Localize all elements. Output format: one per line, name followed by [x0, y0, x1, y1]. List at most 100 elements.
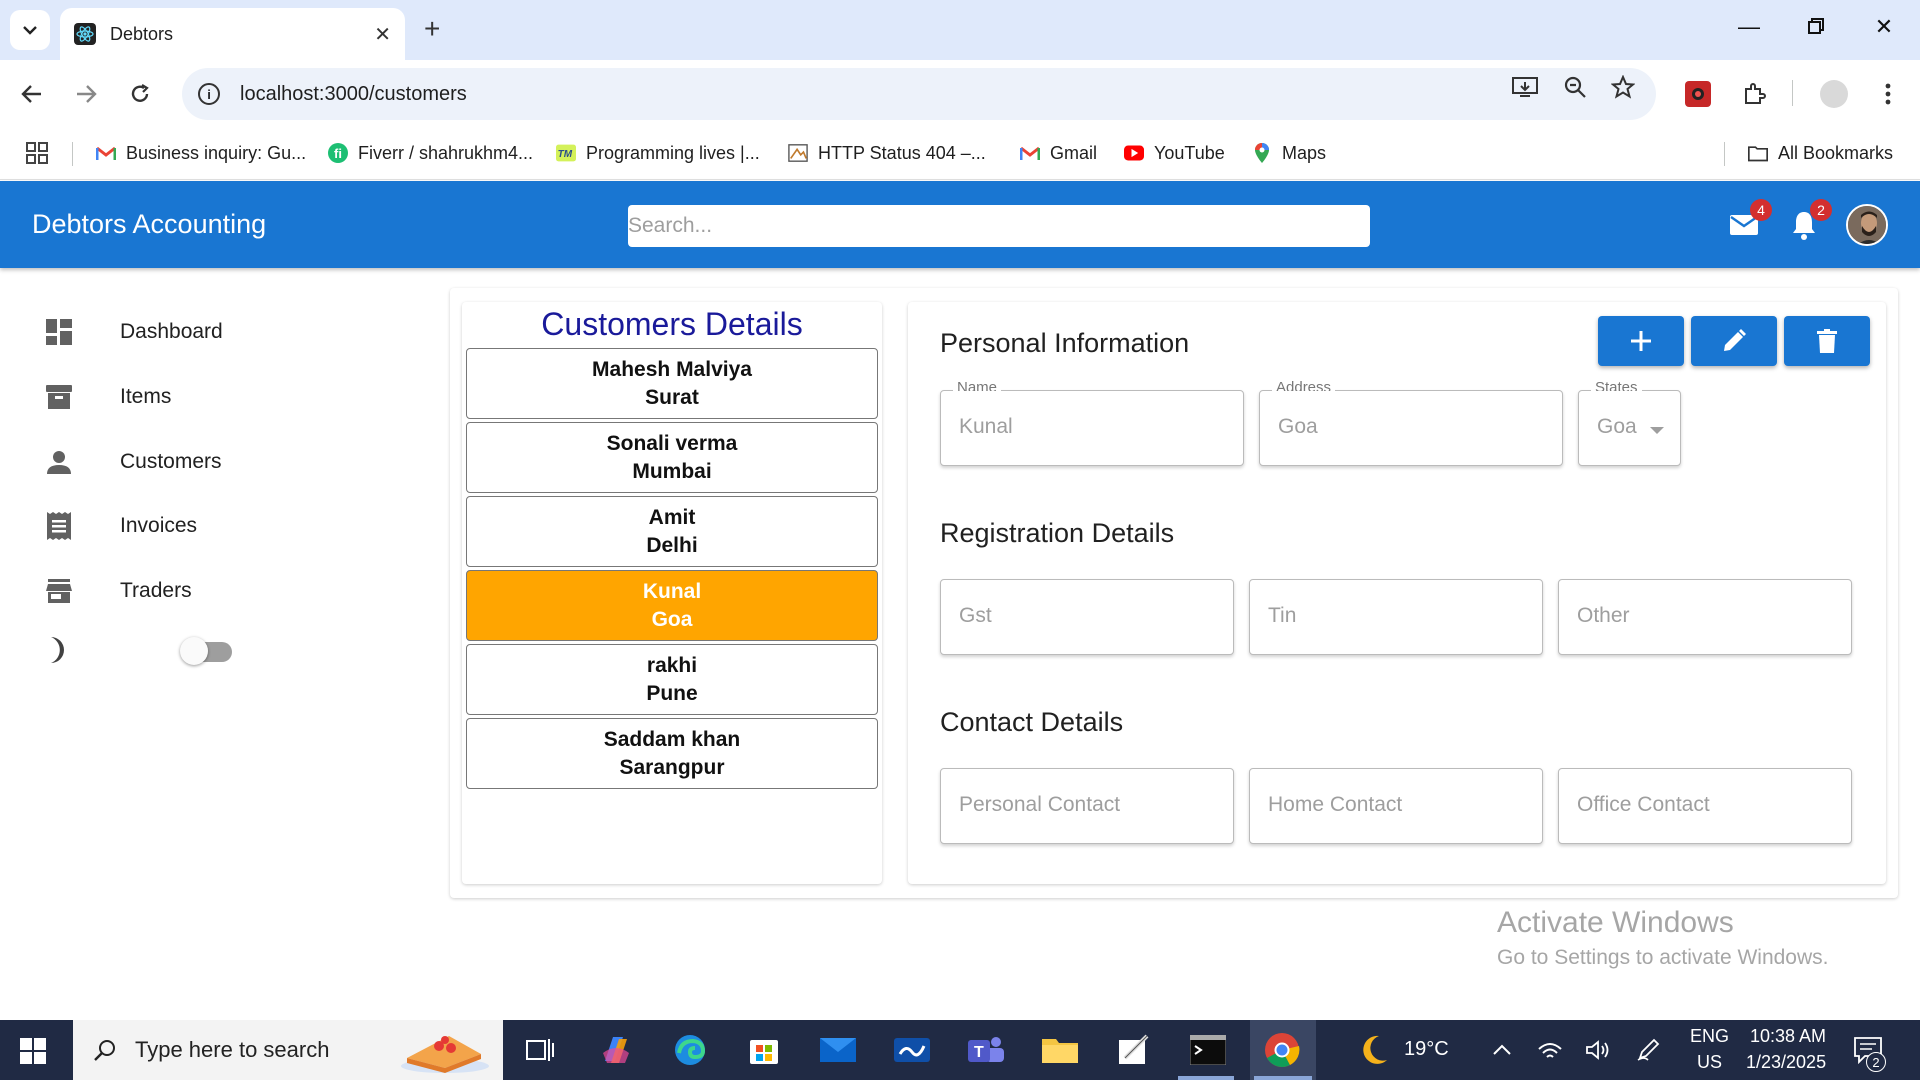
clock-date[interactable]: 1/23/2025 [1746, 1052, 1826, 1073]
customer-item[interactable]: Mahesh Malviya Surat [466, 348, 878, 419]
dark-mode-toggle-thumb[interactable] [180, 637, 208, 665]
file-explorer-icon[interactable] [1038, 1028, 1082, 1072]
trash-icon [1817, 329, 1837, 353]
volume-icon[interactable] [1576, 1028, 1620, 1072]
office-contact-field[interactable]: Office Contact [1558, 768, 1852, 844]
customer-name: Saddam khan [603, 728, 741, 751]
terminal-icon[interactable] [1186, 1028, 1230, 1072]
bookmark-http-404[interactable]: HTTP Status 404 –... [788, 140, 986, 166]
install-app-icon[interactable] [1512, 74, 1538, 100]
notifications-button[interactable]: 2 [1788, 199, 1832, 241]
extensions-puzzle-icon[interactable] [1740, 80, 1768, 108]
user-avatar[interactable] [1846, 204, 1888, 246]
name-value: Kunal [959, 415, 1013, 438]
edge-icon[interactable] [668, 1028, 712, 1072]
bookmark-business-inquiry[interactable]: Business inquiry: Gu... [96, 140, 306, 166]
customer-item[interactable]: Amit Delhi [466, 496, 878, 567]
sidebar-item-label: Traders [120, 579, 192, 602]
windows-start-icon[interactable] [20, 1038, 46, 1064]
show-hidden-icons-icon[interactable] [1480, 1028, 1524, 1072]
site-info-icon[interactable]: i [198, 83, 220, 105]
minimize-button[interactable]: — [1729, 14, 1769, 40]
states-label: States [1591, 381, 1642, 391]
network-icon[interactable] [1528, 1028, 1572, 1072]
back-button[interactable] [14, 76, 50, 112]
tin-field[interactable]: Tin [1249, 579, 1543, 655]
bookmark-divider [1724, 142, 1725, 166]
restore-button[interactable] [1796, 14, 1836, 40]
sidebar-item-traders[interactable]: Traders [44, 571, 192, 611]
pen-icon[interactable] [1626, 1028, 1670, 1072]
address-bar[interactable]: i localhost:3000/customers [182, 68, 1656, 120]
chrome-icon[interactable] [1260, 1028, 1304, 1072]
sidebar-item-items[interactable]: Items [44, 377, 171, 417]
mail-app-icon[interactable] [816, 1028, 860, 1072]
other-field[interactable]: Other [1558, 579, 1852, 655]
browser-menu-icon[interactable] [1874, 80, 1902, 108]
forward-button[interactable] [68, 76, 104, 112]
customer-item-selected[interactable]: Kunal Goa [466, 570, 878, 641]
address-value: Goa [1278, 415, 1318, 438]
name-field[interactable]: Name Kunal [940, 381, 1244, 466]
browser-tab-debtors[interactable]: Debtors ✕ [60, 8, 405, 60]
customer-item[interactable]: Sonali verma Mumbai [466, 422, 878, 493]
taskbar-search[interactable]: Type here to search [73, 1020, 503, 1080]
customer-item[interactable]: rakhi Pune [466, 644, 878, 715]
search-input[interactable] [628, 205, 1370, 247]
edit-button[interactable] [1691, 316, 1777, 366]
forward-arrow-icon [77, 85, 97, 103]
close-window-button[interactable]: ✕ [1864, 14, 1904, 40]
customer-item[interactable]: Saddam khan Sarangpur [466, 718, 878, 789]
sidebar-item-customers[interactable]: Customers [44, 442, 222, 482]
customer-city: Mumbai [632, 460, 712, 483]
snipping-tool-icon[interactable] [1112, 1028, 1156, 1072]
customer-city: Delhi [646, 534, 698, 557]
taskbar-search-placeholder: Type here to search [135, 1037, 330, 1062]
microsoft-store-icon[interactable] [742, 1028, 786, 1072]
whiteboard-icon[interactable] [890, 1028, 934, 1072]
teams-icon[interactable]: T [964, 1028, 1008, 1072]
new-tab-button[interactable]: + [424, 14, 440, 44]
mail-button[interactable]: 4 [1728, 199, 1772, 241]
personal-contact-placeholder: Personal Contact [959, 793, 1121, 816]
personal-contact-field[interactable]: Personal Contact [940, 768, 1234, 844]
apps-grid-icon[interactable] [26, 140, 48, 166]
states-select[interactable]: States Goa [1578, 381, 1681, 466]
delete-button[interactable] [1784, 316, 1870, 366]
bookmark-fiverr[interactable]: fi Fiverr / shahrukhm4... [328, 140, 533, 166]
task-view-icon[interactable] [518, 1028, 562, 1072]
restore-icon [1808, 18, 1824, 34]
weather-moon-icon[interactable] [1352, 1028, 1396, 1072]
url-text[interactable]: localhost:3000/customers [240, 83, 467, 106]
language-indicator[interactable]: ENG [1690, 1026, 1729, 1047]
home-contact-field[interactable]: Home Contact [1249, 768, 1543, 844]
bookmark-programming-lives[interactable]: TM Programming lives |... [556, 140, 760, 166]
bookmark-divider [72, 142, 73, 166]
activate-windows-title: Activate Windows [1497, 906, 1734, 939]
gst-field[interactable]: Gst [940, 579, 1234, 655]
dashboard-icon [44, 317, 74, 347]
bookmark-star-icon[interactable] [1610, 74, 1636, 100]
address-field[interactable]: Address Goa [1259, 381, 1563, 466]
clock-time[interactable]: 10:38 AM [1750, 1026, 1826, 1047]
zoom-icon[interactable] [1562, 74, 1588, 100]
office-contact-placeholder: Office Contact [1577, 793, 1710, 816]
app-title: Debtors Accounting [32, 209, 267, 239]
bookmark-maps[interactable]: Maps [1252, 140, 1326, 166]
add-button[interactable] [1598, 316, 1684, 366]
bookmark-youtube[interactable]: YouTube [1124, 140, 1225, 166]
all-bookmarks-button[interactable]: All Bookmarks [1748, 140, 1893, 166]
sidebar-item-invoices[interactable]: Invoices [44, 506, 197, 546]
tab-close-icon[interactable]: ✕ [374, 22, 391, 47]
react-icon [74, 23, 96, 45]
tab-search-button[interactable] [10, 10, 50, 50]
notification-badge: 2 [1810, 199, 1832, 221]
extension-red-icon[interactable] [1684, 80, 1712, 108]
region-indicator[interactable]: US [1697, 1052, 1722, 1073]
profile-avatar-icon[interactable] [1820, 80, 1848, 108]
sidebar-item-dashboard[interactable]: Dashboard [44, 312, 223, 352]
reload-button[interactable] [122, 76, 158, 112]
weather-temp[interactable]: 19°C [1404, 1038, 1449, 1061]
bookmark-gmail[interactable]: Gmail [1020, 140, 1097, 166]
copilot-icon[interactable] [594, 1028, 638, 1072]
